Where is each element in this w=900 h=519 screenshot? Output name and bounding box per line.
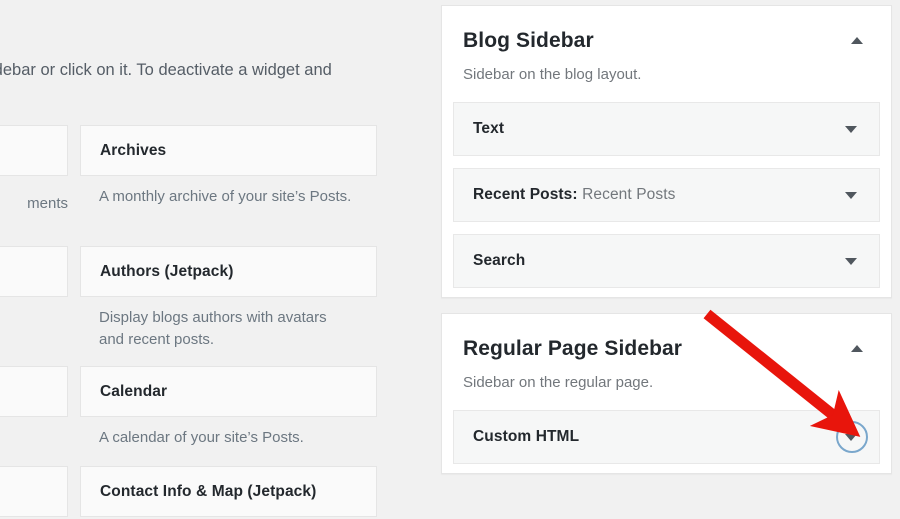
sidebar-widget-custom-html[interactable]: Custom HTML	[453, 410, 880, 465]
triangle-up-glyph	[851, 36, 863, 44]
available-widget-contact-info-map-jetpack: Contact Info & Map (Jetpack)	[80, 466, 377, 517]
custom-html-toggle[interactable]	[843, 429, 859, 445]
panel-header: Regular Page Sidebar Sidebar on the regu…	[442, 314, 891, 393]
widget-card[interactable]: Calendar	[80, 366, 377, 417]
available-widget-archives: Archives A monthly archive of your site’…	[80, 125, 377, 208]
sidebar-panel-blog-sidebar: Blog Sidebar Sidebar on the blog layout.…	[441, 5, 892, 298]
chevron-down-icon[interactable]	[843, 187, 859, 203]
chevron-down-icon[interactable]	[843, 121, 859, 137]
panel-widget-list: Custom HTML	[442, 393, 891, 475]
triangle-down-glyph	[845, 125, 857, 133]
sidebar-widget-instance-title: Recent Posts	[577, 186, 676, 204]
sidebar-widget-title: Text	[473, 120, 505, 138]
sidebar-widget-title: Custom HTML	[473, 428, 580, 446]
triangle-up-glyph	[851, 344, 863, 352]
panel-subtitle: Sidebar on the regular page.	[463, 374, 654, 392]
widget-desc-partial-1: ments	[27, 195, 68, 212]
sidebar-widget-text[interactable]: Text	[453, 102, 880, 157]
widget-title: Archives	[100, 141, 167, 159]
sidebar-widget-search[interactable]: Search	[453, 234, 880, 289]
widget-card-partial-2[interactable]	[0, 246, 68, 297]
panel-widget-list: Text Recent Posts: Recent Posts Search	[442, 85, 891, 299]
available-widget-calendar: Calendar A calendar of your site’s Posts…	[80, 366, 377, 449]
sidebar-widget-title: Search	[473, 252, 526, 270]
triangle-down-glyph	[845, 191, 857, 199]
panel-header: Blog Sidebar Sidebar on the blog layout.	[442, 6, 891, 85]
triangle-down-glyph	[845, 433, 857, 441]
sidebar-widget-recent-posts[interactable]: Recent Posts: Recent Posts	[453, 168, 880, 223]
widget-card-partial-4[interactable]	[0, 466, 68, 517]
panel-subtitle: Sidebar on the blog layout.	[463, 66, 642, 84]
chevron-down-icon[interactable]	[843, 253, 859, 269]
widget-card[interactable]: Contact Info & Map (Jetpack)	[80, 466, 377, 517]
panel-title: Blog Sidebar	[463, 29, 594, 52]
widget-card[interactable]: Archives	[80, 125, 377, 176]
widget-description: A calendar of your site’s Posts.	[99, 429, 304, 446]
sidebar-panel-regular-page-sidebar: Regular Page Sidebar Sidebar on the regu…	[441, 313, 892, 474]
chevron-up-icon[interactable]	[849, 340, 865, 356]
widget-card-partial-3[interactable]	[0, 366, 68, 417]
widget-description: Display blogs authors with avatars and r…	[99, 309, 327, 348]
widget-title: Calendar	[100, 382, 168, 400]
triangle-down-glyph	[845, 257, 857, 265]
widget-card-partial-1[interactable]	[0, 125, 68, 176]
panel-title: Regular Page Sidebar	[463, 337, 683, 360]
chevron-up-icon[interactable]	[849, 32, 865, 48]
widget-description: A monthly archive of your site’s Posts.	[99, 188, 352, 205]
widget-title: Authors (Jetpack)	[100, 262, 234, 280]
widget-card[interactable]: Authors (Jetpack)	[80, 246, 377, 297]
sidebar-widget-title: Recent Posts: Recent Posts	[473, 186, 675, 204]
available-widget-authors-jetpack: Authors (Jetpack) Display blogs authors …	[80, 246, 377, 351]
widgets-admin-screen: idebar or click on it. To deactivate a w…	[0, 0, 900, 519]
widget-title: Contact Info & Map (Jetpack)	[100, 482, 317, 500]
widgets-intro-text: idebar or click on it. To deactivate a w…	[0, 61, 332, 79]
sidebar-widget-title-text: Recent Posts:	[473, 186, 578, 204]
